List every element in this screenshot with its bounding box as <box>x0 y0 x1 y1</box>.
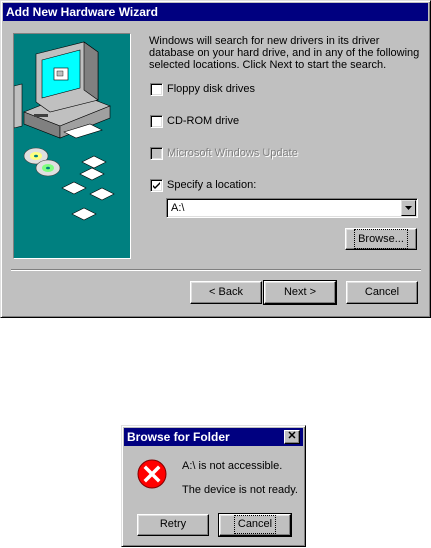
back-button-label: < Back <box>209 286 243 298</box>
floppy-label[interactable]: Floppy disk drives <box>167 83 255 95</box>
error-message-line2: The device is not ready. <box>182 484 298 496</box>
dialog-close-button[interactable]: ✕ <box>284 430 300 444</box>
specify-location-label-text: Specify a location: <box>167 179 257 191</box>
windows-update-checkbox <box>150 147 163 160</box>
browse-button[interactable]: Browse... <box>345 228 417 250</box>
specify-location-label[interactable]: Specify a location: <box>167 179 256 191</box>
specify-location-checkbox[interactable] <box>150 179 163 192</box>
browse-for-folder-dialog: Browse for Folder ✕ A:\ is not accessibl… <box>121 425 306 547</box>
cdrom-label-text: CD-ROM drive <box>167 115 240 127</box>
wizard-cancel-button-label: Cancel <box>364 286 400 298</box>
wizard-title-bar[interactable]: Add New Hardware Wizard <box>3 3 428 21</box>
location-input[interactable]: A:\ <box>171 202 184 214</box>
wizard-separator <box>11 269 421 271</box>
dialog-title: Browse for Folder <box>127 430 230 444</box>
floppy-checkbox[interactable] <box>150 83 163 96</box>
close-icon: ✕ <box>287 430 297 442</box>
wizard-title: Add New Hardware Wizard <box>6 5 158 19</box>
dropdown-button[interactable] <box>401 200 416 216</box>
floppy-label-text: Floppy disk drives <box>167 83 256 95</box>
checkmark-icon <box>153 182 160 189</box>
location-combobox[interactable]: A:\ <box>166 198 418 218</box>
wizard-illustration <box>13 33 131 259</box>
back-button[interactable]: < Back <box>190 281 262 304</box>
dialog-title-bar[interactable]: Browse for Folder <box>124 428 303 446</box>
next-button[interactable]: Next > <box>263 280 337 305</box>
cdrom-checkbox[interactable] <box>150 115 163 128</box>
cd-icon <box>23 147 61 177</box>
cdrom-label[interactable]: CD-ROM drive <box>167 115 239 127</box>
dropdown-arrow-icon <box>405 206 412 210</box>
computer-icon <box>13 41 111 139</box>
windows-update-label: Microsoft Windows Update <box>167 147 298 159</box>
dialog-cancel-button-label: Cancel <box>233 515 277 534</box>
next-button-label: Next > <box>283 286 317 298</box>
dialog-cancel-button[interactable]: Cancel <box>218 513 292 537</box>
floppy-icon <box>61 155 115 221</box>
error-icon <box>137 459 167 489</box>
windows-update-label-text: Microsoft Windows Update <box>167 147 298 159</box>
add-hardware-wizard-window: Add New Hardware Wizard Windows will sea… <box>0 0 431 318</box>
retry-button[interactable]: Retry <box>137 514 209 536</box>
retry-button-label: Retry <box>159 518 187 530</box>
wizard-cancel-button[interactable]: Cancel <box>346 281 418 304</box>
browse-button-label: Browse... <box>354 229 408 249</box>
wizard-intro-text: Windows will search for new drivers in i… <box>149 35 420 71</box>
error-message-line1: A:\ is not accessible. <box>182 460 283 472</box>
